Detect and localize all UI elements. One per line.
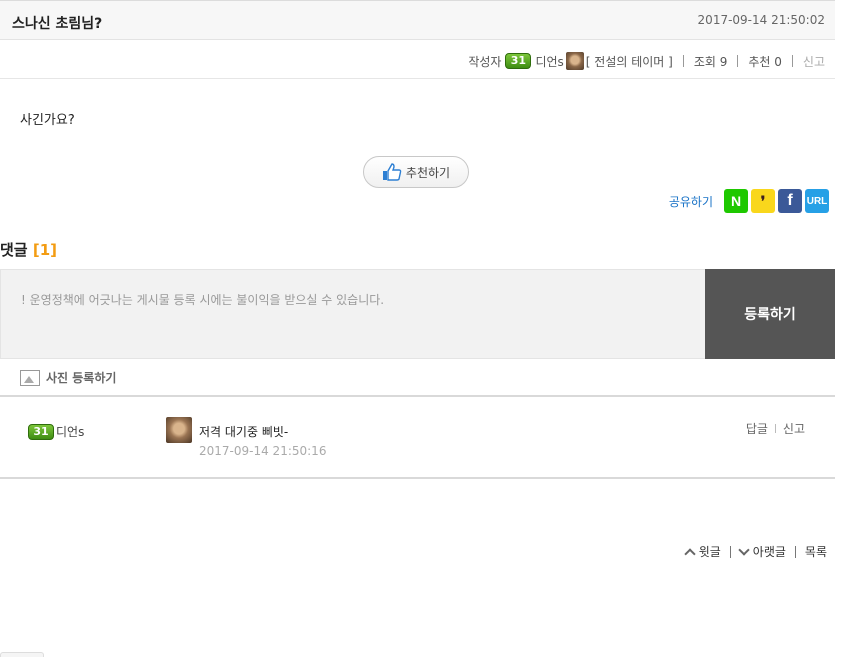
author-label: 작성자 — [468, 54, 502, 69]
recommend-button[interactable]: 추천하기 — [363, 156, 469, 188]
comments-header: 댓글 [1] — [0, 239, 57, 260]
comment-author-name[interactable]: 디언s — [56, 423, 84, 440]
post-datetime: 2017-09-14 21:50:02 — [697, 13, 825, 27]
post-title: 스나신 초림님? — [12, 16, 103, 32]
comment-form: ! 운영정책에 어긋나는 게시물 등록 시에는 불이익을 받으실 수 있습니다.… — [0, 269, 835, 359]
author-title: [ 전설의 테이머 ] — [585, 54, 673, 69]
comment-input-placeholder: ! 운영정책에 어긋나는 게시물 등록 시에는 불이익을 받으실 수 있습니다. — [21, 293, 385, 307]
author-level-badge: 31 — [505, 53, 532, 69]
post-body: 사긴가요? — [20, 113, 75, 128]
image-icon — [20, 369, 40, 386]
url-copy-icon[interactable]: URL — [805, 189, 829, 213]
photo-upload-label: 사진 등록하기 — [46, 371, 117, 385]
comment-list: 31 디언s 저격 대기중 삐빗- 2017-09-14 21:50:16 답글… — [0, 395, 835, 479]
comments-count: [1] — [32, 241, 57, 259]
partial-element-edge — [0, 652, 44, 657]
view-count: 조회 9 — [693, 54, 728, 69]
comment-input[interactable]: ! 운영정책에 어긋나는 게시물 등록 시에는 불이익을 받으실 수 있습니다. — [0, 269, 705, 359]
author-name[interactable]: 디언s — [535, 53, 563, 70]
chevron-up-icon — [684, 547, 696, 560]
comment-report-link[interactable]: 신고 — [783, 420, 805, 437]
recommend-button-label: 추천하기 — [405, 165, 451, 180]
thumbs-up-icon — [382, 163, 402, 181]
photo-upload-button[interactable]: 사진 등록하기 — [20, 369, 116, 386]
divider — [682, 55, 684, 67]
comment-author[interactable]: 31 디언s — [28, 423, 84, 440]
share-label: 공유하기 — [668, 194, 713, 209]
divider — [774, 424, 776, 433]
comments-title: 댓글 — [0, 241, 28, 259]
next-post-link[interactable]: 아랫글 — [753, 543, 786, 560]
post-meta-row: 작성자 31 디언s [ 전설의 테이머 ] 조회 9 추천 0 신고 — [0, 40, 835, 79]
comment-submit-button[interactable]: 등록하기 — [705, 269, 835, 359]
post-title-bar: 스나신 초림님? 2017-09-14 21:50:02 — [0, 0, 835, 40]
recommend-count: 추천 0 — [748, 54, 782, 69]
comment-datetime: 2017-09-14 21:50:16 — [199, 444, 327, 458]
comment-actions: 답글 신고 — [746, 420, 805, 437]
chevron-down-icon — [738, 543, 750, 556]
list-link[interactable]: 목록 — [805, 543, 827, 560]
kakao-share-icon[interactable]: ❜ — [751, 189, 775, 213]
comment-reply-link[interactable]: 답글 — [746, 420, 768, 437]
comment-author-level-badge: 31 — [28, 423, 54, 440]
share-bar: 공유하기 N ❜ f URL — [669, 189, 829, 213]
prev-post-link[interactable]: 윗글 — [699, 543, 721, 560]
comment-text: 저격 대기중 삐빗- — [199, 425, 289, 439]
divider — [737, 55, 739, 67]
divider — [729, 545, 731, 558]
naver-share-icon[interactable]: N — [724, 189, 748, 213]
comment-avatar — [166, 417, 192, 443]
post-navigation: 윗글 아랫글 목록 — [684, 543, 827, 560]
divider — [791, 55, 793, 67]
report-post-link[interactable]: 신고 — [803, 53, 825, 70]
facebook-share-icon[interactable]: f — [778, 189, 802, 213]
author-avatar[interactable] — [565, 52, 584, 70]
divider — [794, 545, 796, 558]
